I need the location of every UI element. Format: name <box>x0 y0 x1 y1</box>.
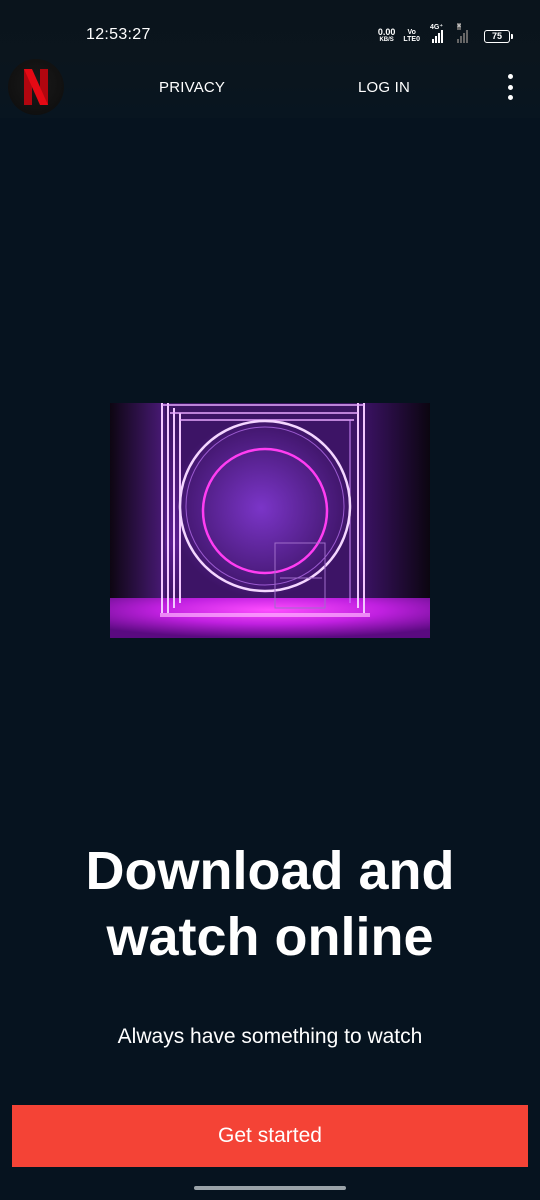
headline: Download and watch online <box>0 838 540 970</box>
volte-bottom-label: LTE0 <box>403 36 420 43</box>
battery-icon: 75 <box>484 29 513 43</box>
home-indicator[interactable] <box>194 1186 346 1190</box>
netflix-logo[interactable] <box>8 59 64 115</box>
network-speed-unit: KB/S <box>379 37 394 43</box>
signal-strength-secondary-icon: × <box>457 23 468 43</box>
get-started-button[interactable]: Get started <box>12 1105 528 1167</box>
signal-strength-icon: 4G⁺ <box>430 24 443 43</box>
status-time: 12:53:27 <box>86 26 151 43</box>
subtitle: Always have something to watch <box>117 1025 423 1048</box>
network-speed-indicator: 0.00 KB/S <box>378 28 396 44</box>
status-bar: 12:53:27 0.00 KB/S Vo LTE0 4G⁺ × 75 <box>0 0 540 60</box>
app-screen: 12:53:27 0.00 KB/S Vo LTE0 4G⁺ × 75 PRIV… <box>0 0 540 1200</box>
volte-icon: Vo LTE0 <box>403 29 420 43</box>
hero-image <box>110 403 430 638</box>
network-type-label: 4G⁺ <box>430 24 444 31</box>
app-header: PRIVACY LOG IN <box>0 56 540 118</box>
network-speed-value: 0.00 <box>377 27 396 37</box>
login-link[interactable]: LOG IN <box>358 79 410 96</box>
headline-line-1: Download and <box>85 841 455 901</box>
privacy-link[interactable]: PRIVACY <box>159 79 225 96</box>
headline-line-2: watch online <box>106 907 434 967</box>
status-icons: 0.00 KB/S Vo LTE0 4G⁺ × 75 <box>378 23 513 45</box>
more-vertical-icon[interactable] <box>500 74 520 100</box>
neon-circle-image <box>110 403 430 638</box>
no-signal-x-icon: × <box>457 23 462 30</box>
netflix-n-icon <box>24 69 48 105</box>
volte-top-label: Vo <box>407 29 416 36</box>
